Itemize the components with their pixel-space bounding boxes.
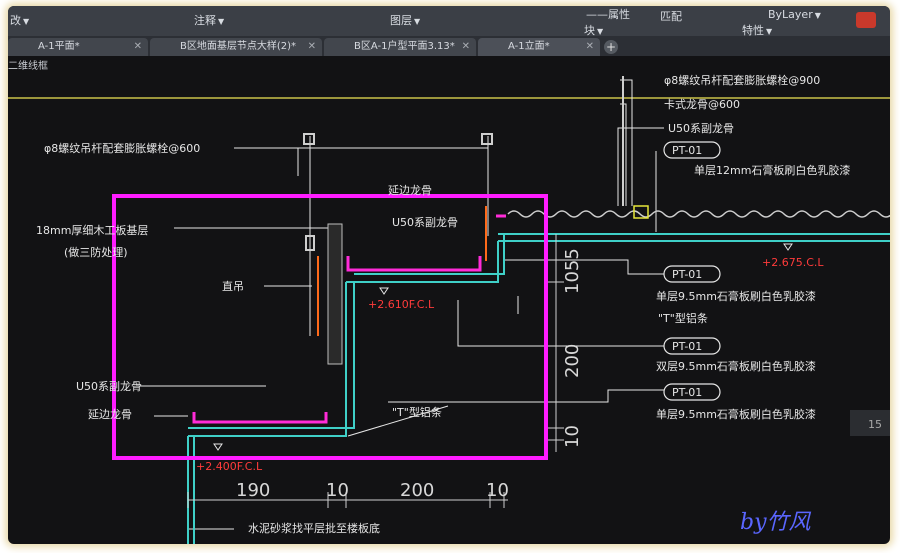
elevation-label-2: +2.610F.C.L: [368, 298, 435, 311]
callout-edge-keel-left: 延边龙骨: [88, 408, 132, 421]
author-signature: by竹风: [740, 504, 811, 536]
ribbon-modify-text: 改: [10, 14, 21, 27]
callout-clip-keel: 卡式龙骨@600: [664, 98, 740, 111]
pt-desc-4: 单层9.5mm石膏板刷白色乳胶漆: [656, 407, 816, 421]
close-icon[interactable]: ✕: [308, 38, 316, 56]
color-select[interactable]: ByLayer ▼: [768, 8, 821, 21]
callout-top-bolt: φ8螺纹吊杆配套膨胀螺栓@900: [664, 73, 820, 87]
tab-b-floor-detail[interactable]: B区地面基层节点大样(2)* ✕: [150, 38, 322, 56]
callout-hanger: 直吊: [222, 279, 244, 293]
color-select-value: ByLayer: [768, 8, 813, 21]
pt-desc-2: 单层9.5mm石膏板刷白色乳胶漆: [656, 289, 816, 303]
horizontal-dim-190: 190: [236, 480, 270, 501]
close-icon[interactable]: ✕: [586, 38, 594, 56]
ribbon-annotation-text: 注释: [194, 14, 216, 27]
ribbon-layer-text: 图层: [390, 14, 412, 27]
horizontal-dim-200: 200: [400, 480, 434, 501]
vertical-dim-200: 200: [562, 344, 583, 378]
tab-label: A-1立面*: [508, 41, 550, 52]
callout-t-strip-1: "T"型铝条: [658, 311, 708, 325]
horizontal-dim-10a: 10: [326, 480, 349, 501]
chevron-down-icon: ▼: [218, 17, 225, 26]
tab-a1-elevation[interactable]: A-1立面* ✕: [478, 38, 600, 56]
tab-label: B区A-1户型平面3.13*: [354, 41, 455, 52]
tab-b-a1-unit-plan[interactable]: B区A-1户型平面3.13* ✕: [324, 38, 476, 56]
ribbon-modify-label[interactable]: 改 ▼: [10, 12, 29, 28]
vertical-dim-1055: 1055: [562, 248, 583, 294]
side-panel-number: 15: [868, 418, 882, 431]
chevron-down-icon: ▼: [414, 17, 421, 26]
ribbon-layer-label[interactable]: 图层 ▼: [390, 12, 420, 28]
close-icon[interactable]: ✕: [462, 38, 470, 56]
chevron-down-icon: ▼: [766, 27, 773, 36]
callout-t-strip-2: "T"型铝条: [392, 405, 442, 419]
close-icon[interactable]: ✕: [134, 38, 142, 56]
chevron-down-icon: ▼: [814, 11, 821, 20]
elevation-label-3: +2.400F.C.L: [196, 460, 263, 473]
pt-desc-1: 单层12mm石膏板刷白色乳胶漆: [694, 163, 850, 177]
ribbon-match-label[interactable]: 匹配: [660, 8, 682, 24]
new-tab-button[interactable]: +: [604, 40, 618, 54]
close-icon[interactable]: [856, 12, 876, 28]
file-tab-bar: A-1平面* ✕ B区地面基层节点大样(2)* ✕ B区A-1户型平面3.13* ✕ …: [8, 36, 890, 56]
ceiling-boards: [187, 233, 890, 544]
tab-label: B区地面基层节点大样(2)*: [180, 41, 297, 52]
plywood-panel: [327, 223, 343, 365]
chevron-down-icon: ▼: [23, 17, 30, 26]
hanger-rods: [303, 76, 624, 251]
pt-tag-3: PT-01: [672, 340, 702, 353]
keel-profiles: [192, 214, 506, 424]
signature-text: by竹风: [740, 510, 811, 535]
callout-plywood-2: (做三防处理): [64, 245, 128, 259]
callout-u50-left: U50系副龙骨: [76, 380, 142, 393]
ribbon-match-text: 匹配: [660, 10, 682, 23]
callout-edge-keel-top: 延边龙骨: [388, 184, 432, 197]
plus-icon: +: [605, 40, 617, 54]
drawing-canvas[interactable]: φ8螺纹吊杆配套膨胀螺栓@900 卡式龙骨@600 U50系副龙骨 PT-01 …: [8, 56, 890, 544]
callout-plywood-1: 18mm厚细木工板基层: [36, 223, 148, 237]
pt-desc-3: 双层9.5mm石膏板刷白色乳胶漆: [656, 359, 816, 373]
ribbon-attribute-label[interactable]: ——属性: [586, 6, 630, 22]
callout-u50-mid: U50系副龙骨: [392, 216, 458, 229]
callout-u50-top: U50系副龙骨: [668, 122, 734, 135]
ceiling-grid-strip: [507, 210, 890, 218]
horizontal-dim-10b: 10: [486, 480, 509, 501]
pt-tag-4: PT-01: [672, 386, 702, 399]
tab-a1-plan[interactable]: A-1平面* ✕: [8, 38, 148, 56]
cad-window: 改 ▼ 注释 ▼ 图层 ▼ ——属性 块 ▼ 匹配 ByLayer ▼ 特性 ▼ A-1平面…: [8, 6, 890, 544]
ribbon-attribute-text: ——属性: [586, 8, 630, 21]
elevation-label-1: +2.675.C.L: [762, 256, 824, 269]
ribbon-panel: 改 ▼ 注释 ▼ 图层 ▼ ——属性 块 ▼ 匹配 ByLayer ▼ 特性 ▼: [8, 6, 890, 37]
vertical-dim-10: 10: [562, 425, 583, 448]
pt-tag-2: PT-01: [672, 268, 702, 281]
chevron-down-icon: ▼: [597, 27, 604, 36]
callout-cement: 水泥砂浆找平层批至楼板底: [248, 521, 380, 535]
pt-tag-1: PT-01: [672, 144, 702, 157]
callout-left-bolt: φ8螺纹吊杆配套膨胀螺栓@600: [44, 141, 200, 155]
tab-label: A-1平面*: [38, 41, 80, 52]
ribbon-annotation-label[interactable]: 注释 ▼: [194, 12, 224, 28]
